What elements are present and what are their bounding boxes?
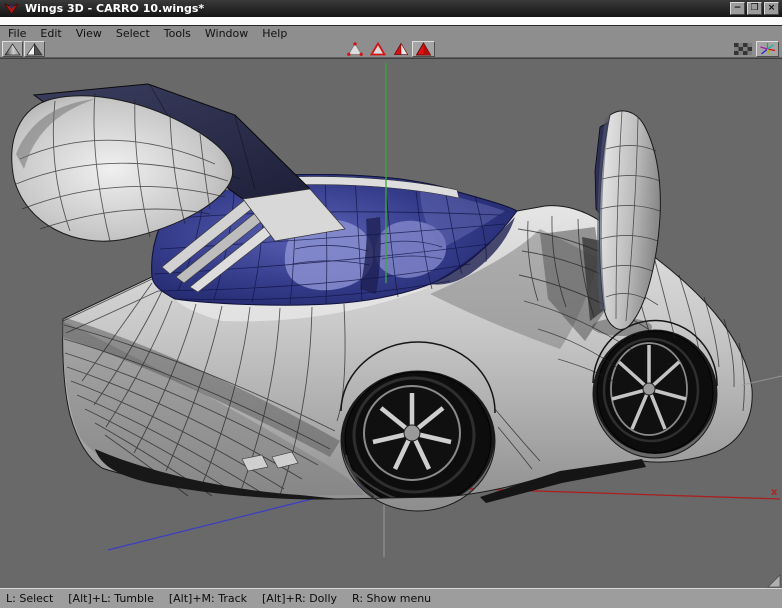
viewport-canvas[interactable]: x (0, 59, 782, 589)
axes-icon (760, 43, 776, 56)
menu-item-help[interactable]: Help (262, 27, 287, 40)
face-mode-icon (393, 42, 409, 55)
edge-mode-button[interactable] (369, 41, 387, 57)
vertex-mode-button[interactable] (346, 41, 364, 57)
body-mode-button[interactable] (412, 41, 435, 57)
status-tumble: [Alt]+L: Tumble (68, 592, 154, 605)
menu-item-edit[interactable]: Edit (40, 27, 61, 40)
menu-item-window[interactable]: Window (205, 27, 248, 40)
flat-view-icon (26, 42, 43, 55)
x-axis-label: x (771, 487, 778, 498)
menu-item-select[interactable]: Select (116, 27, 150, 40)
ground-plane-icon (734, 43, 752, 55)
menu-item-view[interactable]: View (76, 27, 102, 40)
wings3d-window: Wings 3D - CARRO 10.wings* − ❒ × File Ed… (0, 0, 782, 608)
resize-grip[interactable] (767, 574, 781, 588)
menu-item-tools[interactable]: Tools (164, 27, 191, 40)
menubar: File Edit View Select Tools Window Help (0, 26, 782, 40)
status-dolly: [Alt]+R: Dolly (262, 592, 338, 605)
menu-item-file[interactable]: File (8, 27, 26, 40)
titlebar: Wings 3D - CARRO 10.wings* − ❒ × (0, 0, 782, 17)
viewport: x (0, 58, 782, 588)
restore-button[interactable]: ❒ (747, 2, 762, 15)
body-mode-icon (415, 42, 432, 56)
shaded-view-icon (4, 42, 21, 55)
toolbar (0, 40, 782, 58)
left-open-door (11, 83, 346, 242)
shaded-view-button[interactable] (2, 41, 23, 57)
close-button[interactable]: × (764, 2, 779, 15)
window-title: Wings 3D - CARRO 10.wings* (25, 2, 205, 15)
edge-mode-icon (370, 42, 386, 56)
window-client-strip (0, 17, 782, 26)
statusbar: L: Select [Alt]+L: Tumble [Alt]+M: Track… (0, 588, 782, 608)
axes-toggle-button[interactable] (756, 41, 779, 57)
vertex-mode-icon (347, 42, 363, 56)
wings3d-logo-icon (5, 3, 18, 15)
minimize-button[interactable]: − (730, 2, 745, 15)
status-track: [Alt]+M: Track (168, 592, 248, 605)
flat-view-button[interactable] (24, 41, 45, 57)
face-mode-button[interactable] (392, 41, 410, 57)
status-left-click: L: Select (6, 592, 54, 605)
status-show-menu: R: Show menu (352, 592, 432, 605)
ground-plane-button[interactable] (733, 41, 753, 57)
